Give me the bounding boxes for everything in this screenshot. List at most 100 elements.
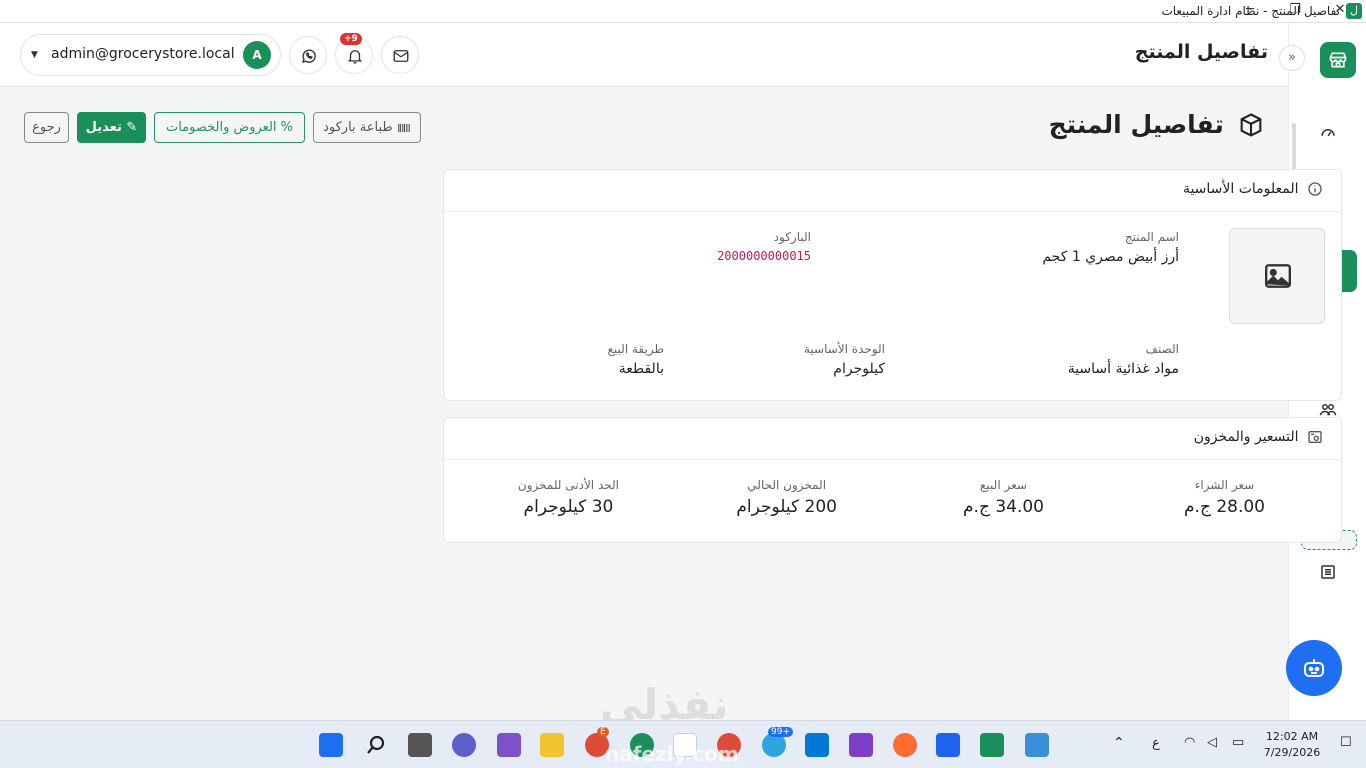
language-indicator[interactable]: ع [1152, 736, 1160, 751]
category-label: الصنف [1145, 342, 1179, 356]
user-email: admin@grocerystore.local [51, 46, 235, 62]
page-heading: تفاصيل المنتج [1049, 110, 1265, 139]
pencil-icon: ✎ [126, 120, 138, 135]
photos-icon[interactable] [1025, 733, 1049, 757]
current-stock-field: المخزون الحالي 200 كيلوجرام [736, 478, 837, 517]
min-stock-field: الحد الأدنى للمخزون 30 كيلوجرام [518, 478, 619, 517]
task-view-icon[interactable] [408, 733, 432, 757]
notification-center-icon[interactable]: ☐ [1340, 735, 1352, 750]
search-icon[interactable] [364, 733, 388, 757]
sale-price-label: سعر البيع [980, 478, 1027, 492]
store-icon [1329, 52, 1347, 68]
postman-icon[interactable] [893, 733, 917, 757]
edit-button-label: تعديل [85, 120, 122, 135]
mail-icon [393, 50, 409, 62]
clock-time: 12:02 AM [1265, 730, 1319, 743]
bell-icon [347, 50, 363, 64]
messages-button[interactable] [381, 36, 419, 74]
report-icon [1321, 565, 1335, 579]
start-icon[interactable] [319, 733, 343, 757]
sale-method-field: طريقة البيع بالقطعة [608, 342, 664, 377]
box-icon [1240, 112, 1262, 137]
purchase-price-value: 28.00 ج.م [1184, 497, 1265, 517]
file-explorer-icon[interactable] [540, 733, 564, 757]
product-image-placeholder [1229, 228, 1325, 324]
min-stock-value: 30 كيلوجرام [523, 497, 614, 517]
snipping-icon[interactable] [497, 733, 521, 757]
current-stock-value: 200 كيلوجرام [736, 497, 837, 517]
restore-button[interactable]: ❐ [1285, 2, 1305, 17]
telegram-badge: 99+ [768, 727, 793, 737]
header-title: تفاصيل المنتج [1134, 41, 1268, 63]
clock-date: 7/29/2026 [1263, 746, 1321, 759]
chrome-badge: E [597, 727, 609, 737]
minimize-button[interactable]: ─ [1240, 2, 1260, 17]
barcode-label: الباركود [773, 230, 811, 244]
top-header: تفاصيل المنتج ▼ admin@grocerystore.local… [0, 23, 1288, 87]
close-button[interactable]: ✕ [1330, 2, 1350, 17]
docker-icon[interactable] [936, 733, 960, 757]
sidebar-item-dashboard[interactable] [1301, 111, 1357, 153]
unit-field: الوحدة الأساسية كيلوجرام [804, 342, 885, 377]
robot-icon [1304, 659, 1324, 677]
category-field: الصنف مواد غذائية أساسية [1068, 342, 1179, 377]
product-name-label: اسم المنتج [1124, 230, 1179, 244]
purchase-price-label: سعر الشراء [1194, 478, 1255, 492]
pricing-header: التسعير والمخزون [444, 418, 1341, 460]
caret-down-icon: ▼ [31, 50, 38, 60]
basic-info-header: المعلومات الأساسية [444, 170, 1341, 212]
telegram-icon[interactable]: 99+ [762, 727, 793, 757]
image-icon [1265, 264, 1291, 288]
pricing-heading: التسعير والمخزون [1193, 429, 1299, 445]
watermark-url: nafezly.com [605, 742, 739, 766]
edit-button[interactable]: ✎ تعديل [77, 112, 146, 143]
window-titlebar: ل تفاصيل المنتج - نظام ادارة المبيعات ─ … [0, 0, 1366, 23]
barcode-field: الباركود 2000000000015 [717, 230, 811, 263]
barcode-value: 2000000000015 [717, 249, 811, 263]
avatar: A [243, 41, 271, 69]
sidebar-brand: » [1279, 23, 1366, 99]
whatsapp-button[interactable] [289, 36, 327, 74]
store-logo[interactable] [1320, 42, 1356, 78]
basic-info-heading: المعلومات الأساسية [1182, 181, 1299, 197]
dashboard-icon [1321, 129, 1335, 137]
purchase-price-field: سعر الشراء 28.00 ج.م [1184, 478, 1265, 517]
sale-price-field: سعر البيع 34.00 ج.م [963, 478, 1044, 517]
unit-label: الوحدة الأساسية [803, 342, 885, 356]
current-stock-label: المخزون الحالي [747, 478, 827, 492]
sidebar-item-reports[interactable] [1301, 551, 1357, 593]
sidebar-collapse-button[interactable]: » [1279, 45, 1305, 71]
page-title: تفاصيل المنتج [1048, 110, 1224, 139]
sale-method-label: طريقة البيع [607, 342, 664, 356]
back-button[interactable]: رجوع [24, 112, 69, 143]
unit-value: كيلوجرام [833, 361, 885, 377]
sales-app-icon[interactable] [980, 733, 1004, 757]
chatbot-button[interactable] [1286, 640, 1342, 696]
battery-icon[interactable]: ▭ [1232, 735, 1244, 750]
wifi-icon[interactable]: ◠ [1184, 735, 1195, 750]
min-stock-label: الحد الأدنى للمخزون [517, 478, 619, 492]
volume-icon[interactable]: ◁ [1207, 735, 1217, 750]
info-icon [1308, 182, 1322, 196]
sale-price-value: 34.00 ج.م [963, 497, 1044, 517]
print-barcode-label: طباعة باركود [323, 120, 393, 135]
sale-method-value: بالقطعة [618, 361, 664, 377]
offers-button[interactable]: % العروض والخصومات [154, 112, 305, 143]
barcode-icon [398, 123, 410, 132]
notifications-badge: +9 [340, 33, 362, 45]
product-name-field: اسم المنتج أرز أبيض مصري 1 كجم [1042, 230, 1179, 265]
notifications-button[interactable]: +9 [335, 33, 373, 74]
visual-studio-icon[interactable] [849, 733, 873, 757]
category-value: مواد غذائية أساسية [1067, 361, 1179, 377]
basic-info-card: المعلومات الأساسية اسم المنتج أرز أبيض م… [443, 169, 1342, 401]
vscode-icon[interactable] [805, 733, 829, 757]
print-barcode-button[interactable]: طباعة باركود [313, 112, 421, 143]
tray-chevron-icon[interactable]: ⌃ [1113, 735, 1125, 751]
clock[interactable]: 12:02 AM 7/29/2026 [1262, 729, 1322, 761]
price-tag-icon [1308, 431, 1322, 443]
whatsapp-icon [301, 49, 316, 63]
meet-icon[interactable] [452, 733, 476, 757]
product-name-value: أرز أبيض مصري 1 كجم [1042, 249, 1179, 265]
pricing-card: التسعير والمخزون سعر الشراء 28.00 ج.م سع… [443, 417, 1342, 543]
user-menu[interactable]: ▼ admin@grocerystore.local A [20, 34, 281, 76]
